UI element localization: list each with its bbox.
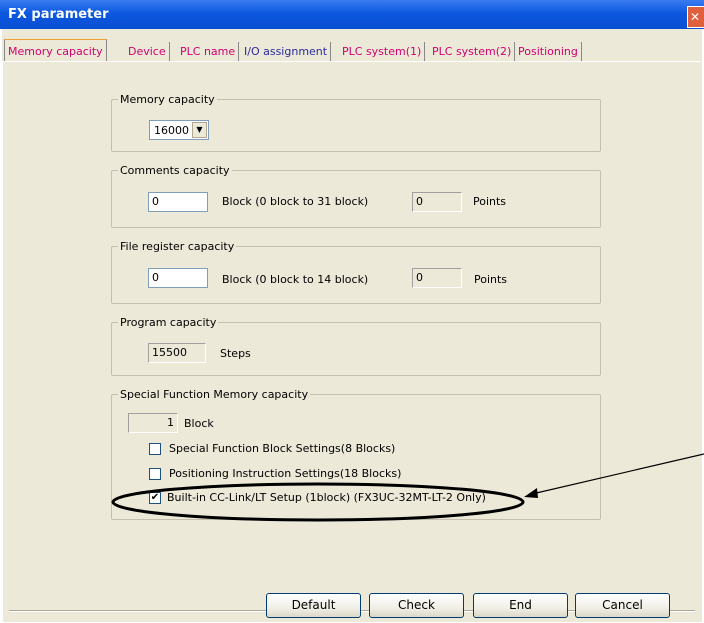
tab-plc-system-2[interactable]: PLC system(2) xyxy=(429,42,516,61)
comments-points-value: 0 xyxy=(412,192,462,212)
special-block-unit: Block xyxy=(184,417,214,430)
memory-capacity-label: Memory capacity xyxy=(118,93,217,106)
program-capacity-group: Program capacity 15500 Steps xyxy=(111,316,601,376)
file-register-group: File register capacity 0 Block (0 block … xyxy=(111,240,601,304)
check-button[interactable]: Check xyxy=(369,593,464,618)
program-capacity-unit: Steps xyxy=(220,347,251,360)
tab-io-assignment[interactable]: I/O assignment xyxy=(241,42,332,61)
memory-capacity-select[interactable]: 16000 ▼ xyxy=(149,120,209,140)
file-register-range-label: Block (0 block to 14 block) xyxy=(222,273,369,286)
program-capacity-label: Program capacity xyxy=(118,316,219,329)
memory-capacity-panel: Memory capacity 16000 ▼ Comments capacit… xyxy=(2,61,701,623)
special-function-label: Special Function Memory capacity xyxy=(118,388,311,401)
program-capacity-value: 15500 xyxy=(148,343,206,363)
tab-plc-system-1[interactable]: PLC system(1) xyxy=(339,42,426,61)
end-button[interactable]: End xyxy=(473,593,568,618)
tab-plc-name[interactable]: PLC name xyxy=(177,42,240,61)
dialog-client: Memory capacity Device PLC name I/O assi… xyxy=(2,29,702,623)
default-button[interactable]: Default xyxy=(266,593,361,618)
cancel-button[interactable]: Cancel xyxy=(575,593,670,618)
positioning-instruction-label: Positioning Instruction Settings(18 Bloc… xyxy=(169,467,402,480)
special-block-count: 1 xyxy=(128,413,178,433)
close-icon[interactable]: ✕ xyxy=(687,6,704,28)
file-register-input[interactable]: 0 xyxy=(148,268,208,288)
special-function-group: Special Function Memory capacity 1 Block… xyxy=(111,388,601,520)
file-register-label: File register capacity xyxy=(118,240,237,253)
tab-memory-capacity[interactable]: Memory capacity xyxy=(4,39,107,62)
cc-link-lt-checkbox[interactable]: ✔ xyxy=(149,492,161,504)
memory-capacity-value: 16000 xyxy=(154,124,189,137)
special-function-block-checkbox[interactable] xyxy=(149,443,161,455)
window-title: FX parameter xyxy=(8,7,109,22)
comments-points-label: Points xyxy=(473,195,507,208)
special-function-block-label: Special Function Block Settings(8 Blocks… xyxy=(169,442,396,455)
positioning-instruction-checkbox[interactable] xyxy=(149,468,161,480)
file-register-points-value: 0 xyxy=(412,268,462,288)
fx-parameter-window: FX parameter ✕ Memory capacity Device PL… xyxy=(0,0,704,623)
tab-device[interactable]: Device xyxy=(125,42,170,61)
comments-capacity-label: Comments capacity xyxy=(118,164,232,177)
title-bar[interactable]: FX parameter ✕ xyxy=(0,0,704,29)
tab-positioning[interactable]: Positioning xyxy=(515,42,582,61)
comments-capacity-input[interactable]: 0 xyxy=(148,192,208,212)
comments-range-label: Block (0 block to 31 block) xyxy=(222,195,369,208)
comments-capacity-group: Comments capacity 0 Block (0 block to 31… xyxy=(111,164,601,228)
memory-capacity-group: Memory capacity 16000 ▼ xyxy=(111,93,601,152)
file-register-points-label: Points xyxy=(474,273,508,286)
cc-link-lt-label: Built-in CC-Link/LT Setup (1block) (FX3U… xyxy=(167,491,486,504)
chevron-down-icon[interactable]: ▼ xyxy=(192,122,207,138)
